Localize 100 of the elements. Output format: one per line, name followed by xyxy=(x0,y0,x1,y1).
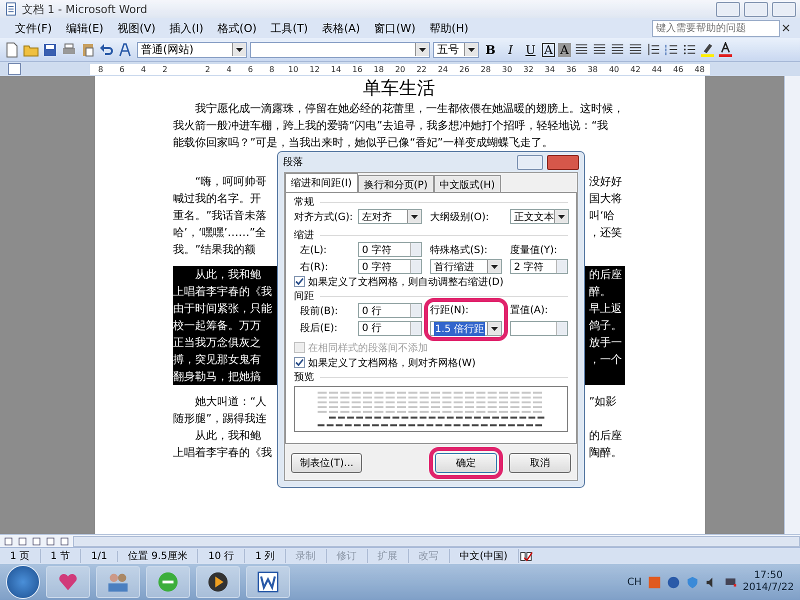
highlighter-icon[interactable] xyxy=(700,42,715,57)
help-search-field[interactable]: 键入需要帮助的问题 xyxy=(652,20,780,36)
spelling-check-icon[interactable] xyxy=(518,549,533,563)
outline-view-icon[interactable] xyxy=(45,536,56,546)
style-dropdown[interactable]: 普通(网站) xyxy=(137,42,247,58)
minimize-button[interactable] xyxy=(716,2,740,16)
ruler-number: 6 xyxy=(246,64,254,74)
start-button[interactable] xyxy=(6,565,40,599)
bulleted-list-icon[interactable] xyxy=(682,42,697,57)
menu-item[interactable]: 窗口(W) xyxy=(367,20,423,36)
menu-item[interactable]: 工具(T) xyxy=(264,20,315,36)
format-button[interactable]: A xyxy=(558,42,571,56)
dialog-tab[interactable]: 换行和分页(P) xyxy=(358,175,434,192)
page-view-icon[interactable] xyxy=(31,536,42,546)
dialog-tab[interactable]: 中文版式(H) xyxy=(434,175,501,192)
heart-app-icon[interactable] xyxy=(57,571,79,593)
text-line: 从此，我和鲍 xyxy=(194,428,261,444)
close-button[interactable] xyxy=(547,154,579,170)
text-line: 由于时间紧张，只能 xyxy=(173,301,272,317)
status-item: 中文(中国) xyxy=(450,549,519,563)
word-document-icon[interactable] xyxy=(257,571,279,593)
field-label: 行距(N): xyxy=(430,304,470,317)
alignment-dropdown[interactable]: 左对齐 xyxy=(358,209,422,224)
text-line: 没好好 xyxy=(589,174,622,190)
section-heading: 预览 xyxy=(294,371,314,384)
dropdown-arrow-icon[interactable] xyxy=(411,214,418,218)
clock-time: 17:50 xyxy=(754,570,783,582)
text-line: 重名。”我话音未落 xyxy=(173,208,267,224)
text-line: 陶醉。 xyxy=(589,445,622,461)
ok-button[interactable]: 确定 xyxy=(435,453,497,473)
status-item: 扩展 xyxy=(368,549,409,563)
save-icon[interactable] xyxy=(42,42,58,58)
clock-date: 2014/7/22 xyxy=(742,582,794,594)
left-indent-spinbox[interactable]: 0 字符 xyxy=(358,242,422,257)
menu-item[interactable]: 视图(V) xyxy=(110,20,163,36)
maximize-button[interactable] xyxy=(744,2,768,16)
format-button[interactable]: A xyxy=(542,42,555,56)
line-spacing-dropdown[interactable]: 1.5 倍行距 xyxy=(430,321,502,336)
dropdown-arrow-icon[interactable] xyxy=(419,48,426,52)
language-indicator[interactable]: CH xyxy=(627,576,642,588)
media-player-icon[interactable] xyxy=(207,571,229,593)
status-item: 录制 xyxy=(286,549,327,563)
checkbox[interactable] xyxy=(294,276,305,287)
checkbox-label: 如果定义了文档网格，则自动调整右缩进(D) xyxy=(308,276,504,288)
format-button[interactable]: B xyxy=(482,41,499,58)
dropdown-arrow-icon[interactable] xyxy=(491,264,498,268)
ruler-number: 42 xyxy=(629,64,642,74)
ruler-number: 30 xyxy=(501,64,514,74)
status-item: 10 行 xyxy=(198,549,246,563)
menu-item[interactable]: 帮助(H) xyxy=(422,20,476,36)
normal-view-icon[interactable] xyxy=(3,536,14,546)
numbered-list-icon[interactable] xyxy=(664,42,679,57)
ruler-number: 8 xyxy=(97,64,104,74)
undo-icon[interactable] xyxy=(99,42,115,58)
ruler-number: 38 xyxy=(586,64,599,74)
ruler-number: 48 xyxy=(694,64,706,74)
indent-by-spinbox[interactable]: 2 字符 xyxy=(510,259,568,274)
document-icon[interactable] xyxy=(4,2,18,16)
new-document-icon[interactable] xyxy=(4,42,20,58)
menu-item[interactable]: 表格(A) xyxy=(314,20,368,36)
text-line: 醉。 xyxy=(589,284,611,300)
text-line: 我火箭一般冲进车棚，跨上我的爱骑“闪电”去追寻，我多想冲她打个招呼，轻轻地说：“我 xyxy=(173,118,608,134)
menu-item[interactable]: 格式(O) xyxy=(210,20,264,36)
text-line: 上唱着李宇春的《我 xyxy=(173,445,272,461)
reading-view-icon[interactable] xyxy=(59,536,70,546)
text-line: 正当我万念俱灰之 xyxy=(173,335,261,351)
menu-item[interactable]: 编辑(E) xyxy=(58,20,110,36)
ruler-number: 4 xyxy=(140,64,148,74)
web-view-icon[interactable] xyxy=(17,536,28,546)
cancel-button[interactable]: 取消 xyxy=(509,453,571,473)
space-after-spinbox[interactable]: 0 行 xyxy=(358,320,422,336)
horizontal-scrollbar[interactable] xyxy=(73,536,800,546)
dialog-tab[interactable]: 缩进和间距(I) xyxy=(285,173,358,192)
special-format-dropdown[interactable]: 首行缩进 xyxy=(430,259,502,274)
help-button[interactable] xyxy=(517,154,543,170)
format-button[interactable]: U xyxy=(522,41,539,58)
right-indent-spinbox[interactable]: 0 字符 xyxy=(358,259,422,274)
dropdown-arrow-icon[interactable] xyxy=(236,48,243,52)
font-color-icon[interactable] xyxy=(718,42,733,57)
outline-level-dropdown[interactable]: 正文文本 xyxy=(510,209,569,224)
font-size-dropdown[interactable]: 五号 xyxy=(433,42,479,58)
ruler-number: 8 xyxy=(268,64,276,74)
dropdown-arrow-icon[interactable] xyxy=(468,48,475,52)
paste-icon[interactable] xyxy=(80,42,96,58)
text-line: 搏，突见那女鬼有 xyxy=(173,352,261,368)
menu-item[interactable]: 文件(F) xyxy=(8,20,59,36)
tabs-button[interactable]: 制表位(T)... xyxy=(291,453,362,473)
format-button[interactable]: I xyxy=(502,41,519,58)
dialog-title: 段落 xyxy=(283,156,304,169)
dropdown-arrow-icon[interactable] xyxy=(558,214,565,218)
people-icon[interactable] xyxy=(107,571,129,593)
line-spacing-icon[interactable] xyxy=(646,42,661,57)
dropdown-arrow-icon[interactable] xyxy=(491,326,498,330)
menu-item[interactable]: 插入(I) xyxy=(162,20,210,36)
vertical-scrollbar[interactable] xyxy=(784,76,800,534)
tab-selector[interactable] xyxy=(8,63,21,75)
text-line: 叫‘哈 xyxy=(589,208,614,224)
space-before-spinbox[interactable]: 0 行 xyxy=(358,303,422,318)
checkbox[interactable] xyxy=(294,357,305,368)
close-icon[interactable] xyxy=(780,22,792,34)
